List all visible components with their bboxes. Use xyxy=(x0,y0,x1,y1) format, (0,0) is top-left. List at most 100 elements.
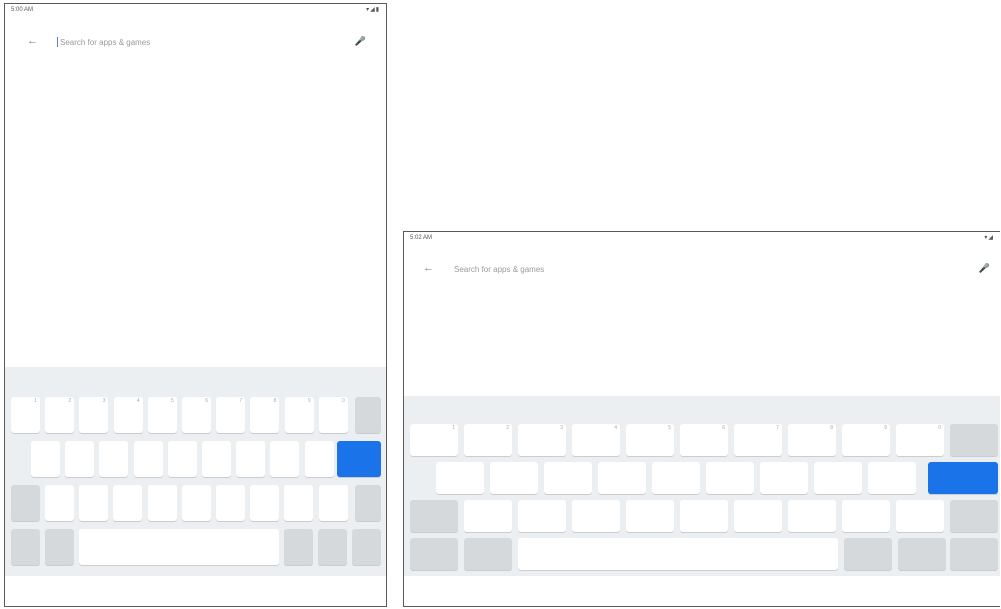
back-arrow-icon[interactable]: ← xyxy=(423,262,434,274)
key-f[interactable] xyxy=(133,441,163,477)
key-n[interactable] xyxy=(734,500,782,532)
symbols-key[interactable] xyxy=(410,538,458,570)
theme-icon[interactable] xyxy=(777,396,852,422)
key-x[interactable] xyxy=(79,485,109,521)
key-number-hint: 6 xyxy=(205,398,208,404)
backspace-key[interactable] xyxy=(355,397,381,433)
space-key[interactable] xyxy=(518,538,838,570)
key-w[interactable]: 2 xyxy=(45,397,75,433)
clipboard-icon[interactable] xyxy=(703,396,778,422)
exclamation-key[interactable] xyxy=(842,500,890,532)
key-i[interactable]: 8 xyxy=(788,424,836,456)
key-v[interactable] xyxy=(626,500,674,532)
key-j[interactable] xyxy=(760,462,808,494)
sticker-icon[interactable] xyxy=(59,367,113,393)
symbols-key[interactable] xyxy=(11,529,40,565)
key-c[interactable] xyxy=(572,500,620,532)
key-d[interactable] xyxy=(544,462,592,494)
key-j[interactable] xyxy=(236,441,266,477)
settings-icon[interactable] xyxy=(628,396,703,422)
key-n[interactable] xyxy=(216,485,245,521)
key-r[interactable]: 4 xyxy=(572,424,620,456)
key-b[interactable] xyxy=(680,500,728,532)
keyboard-mic-icon[interactable] xyxy=(332,367,386,393)
key-a[interactable] xyxy=(31,441,60,477)
key-p[interactable]: 0 xyxy=(896,424,944,456)
key-h[interactable] xyxy=(202,441,231,477)
settings-icon[interactable] xyxy=(168,367,222,393)
key-z[interactable] xyxy=(45,485,74,521)
key-c[interactable] xyxy=(113,485,143,521)
key-m[interactable] xyxy=(788,500,836,532)
key-f[interactable] xyxy=(598,462,646,494)
emoji-key[interactable] xyxy=(464,538,512,570)
key-s[interactable] xyxy=(65,441,95,477)
symbols-key[interactable] xyxy=(352,529,381,565)
key-p[interactable]: 0 xyxy=(318,397,348,433)
back-arrow-icon[interactable]: ← xyxy=(27,35,38,47)
key-y[interactable]: 6 xyxy=(182,397,211,433)
key-o[interactable]: 9 xyxy=(842,424,890,456)
shift-key[interactable] xyxy=(950,500,998,532)
google-icon[interactable] xyxy=(404,396,479,422)
period-key[interactable] xyxy=(318,529,347,565)
question-key[interactable] xyxy=(318,485,348,521)
key-l[interactable] xyxy=(868,462,916,494)
search-input[interactable] xyxy=(60,38,260,47)
key-o[interactable]: 9 xyxy=(284,397,314,433)
gif-icon[interactable] xyxy=(114,367,168,393)
question-key[interactable] xyxy=(896,500,944,532)
shift-key[interactable] xyxy=(410,500,458,532)
gif-icon[interactable] xyxy=(553,396,628,422)
microphone-icon[interactable]: 🎤 xyxy=(355,36,366,47)
key-e[interactable]: 3 xyxy=(518,424,566,456)
microphone-icon[interactable]: 🎤 xyxy=(979,263,990,274)
key-r[interactable]: 4 xyxy=(113,397,143,433)
key-v[interactable] xyxy=(147,485,177,521)
key-z[interactable] xyxy=(464,500,512,532)
search-key[interactable] xyxy=(337,441,381,477)
shift-key[interactable] xyxy=(11,485,40,521)
key-y[interactable]: 6 xyxy=(680,424,728,456)
symbols-key[interactable] xyxy=(950,538,998,570)
on-screen-keyboard: 1 2 3 4 5 6 7 8 9 0 xyxy=(404,396,1000,579)
emoji-key[interactable] xyxy=(284,529,313,565)
key-g[interactable] xyxy=(652,462,700,494)
key-s[interactable] xyxy=(490,462,538,494)
key-w[interactable]: 2 xyxy=(464,424,512,456)
key-u[interactable]: 7 xyxy=(734,424,782,456)
key-g[interactable] xyxy=(167,441,197,477)
emoji-key[interactable] xyxy=(45,529,74,565)
keyboard-mic-icon[interactable] xyxy=(926,396,1000,422)
search-input[interactable] xyxy=(454,265,654,274)
more-icon[interactable] xyxy=(852,396,927,422)
key-q[interactable]: 1 xyxy=(11,397,40,433)
exclamation-key[interactable] xyxy=(284,485,314,521)
key-u[interactable]: 7 xyxy=(216,397,246,433)
keyboard-toolbar xyxy=(404,396,1000,422)
key-k[interactable] xyxy=(270,441,300,477)
key-x[interactable] xyxy=(518,500,566,532)
key-d[interactable] xyxy=(99,441,129,477)
key-b[interactable] xyxy=(181,485,211,521)
search-key[interactable] xyxy=(928,462,998,494)
emoji-key[interactable] xyxy=(844,538,892,570)
key-e[interactable]: 3 xyxy=(79,397,109,433)
key-l[interactable] xyxy=(304,441,334,477)
key-q[interactable]: 1 xyxy=(410,424,458,456)
key-t[interactable]: 5 xyxy=(147,397,177,433)
sticker-icon[interactable] xyxy=(479,396,554,422)
key-a[interactable] xyxy=(436,462,484,494)
more-icon[interactable] xyxy=(277,367,331,393)
google-icon[interactable] xyxy=(5,367,59,393)
shift-key[interactable] xyxy=(355,485,381,521)
key-h[interactable] xyxy=(706,462,754,494)
theme-icon[interactable] xyxy=(223,367,277,393)
period-key[interactable] xyxy=(898,538,946,570)
key-t[interactable]: 5 xyxy=(626,424,674,456)
space-key[interactable] xyxy=(79,529,279,565)
key-i[interactable]: 8 xyxy=(250,397,280,433)
backspace-key[interactable] xyxy=(950,424,998,456)
key-k[interactable] xyxy=(814,462,862,494)
key-m[interactable] xyxy=(250,485,280,521)
